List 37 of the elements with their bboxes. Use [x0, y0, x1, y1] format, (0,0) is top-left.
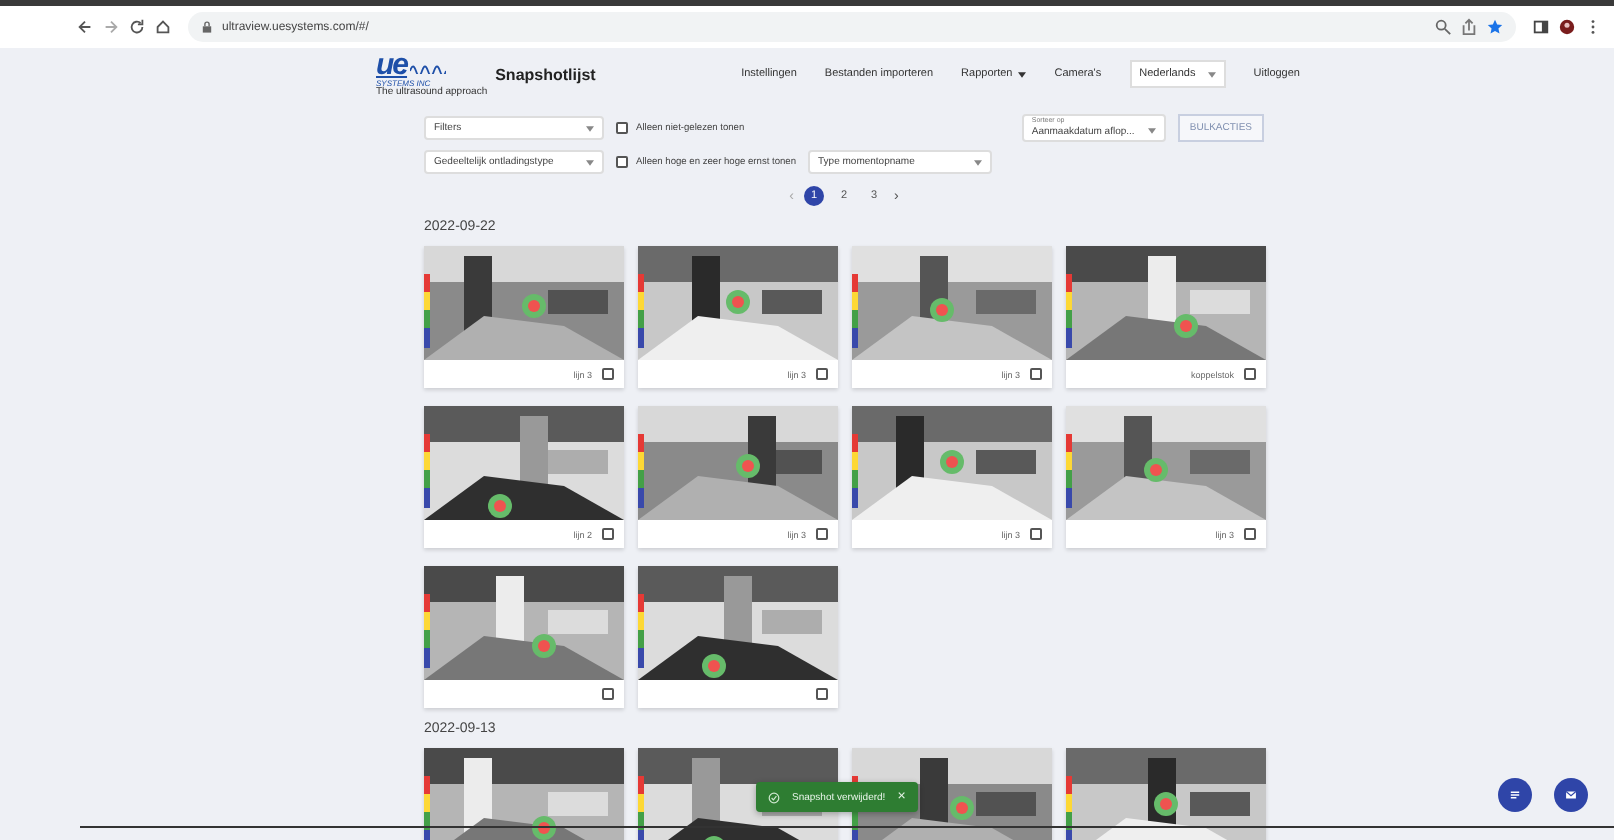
notes-button[interactable] [1498, 778, 1532, 812]
checkbox[interactable] [816, 368, 828, 380]
notes-icon [1508, 788, 1522, 802]
share-icon[interactable] [1460, 18, 1478, 36]
check-circle-icon [768, 791, 780, 803]
caret-icon [1207, 71, 1216, 77]
home-icon[interactable] [154, 18, 172, 36]
checkbox[interactable] [1030, 528, 1042, 540]
checkbox[interactable] [602, 528, 614, 540]
mail-button[interactable] [1554, 778, 1588, 812]
avatar-icon[interactable] [1558, 18, 1576, 36]
lock-icon [200, 20, 214, 34]
checkbox[interactable] [602, 688, 614, 700]
checkbox[interactable] [1030, 368, 1042, 380]
logo-mark: ue [376, 50, 408, 80]
caret-icon [1147, 128, 1156, 134]
checkbox[interactable] [616, 156, 628, 168]
caret-icon [586, 159, 594, 165]
star-icon[interactable] [1486, 18, 1504, 36]
sidebar-icon[interactable] [1532, 18, 1550, 36]
snapshot-card[interactable] [638, 566, 838, 708]
checkbox[interactable] [816, 688, 828, 700]
checkbox[interactable] [1244, 368, 1256, 380]
checkbox[interactable] [1244, 528, 1256, 540]
snapshot-card[interactable] [424, 566, 624, 708]
checkbox[interactable] [616, 122, 628, 134]
mail-icon [1564, 788, 1578, 802]
back-icon[interactable] [76, 18, 94, 36]
wave-icon [409, 62, 446, 74]
caret-icon [586, 125, 594, 131]
reload-icon[interactable] [128, 18, 146, 36]
page-title: Snapshotlijst [495, 65, 596, 83]
checkbox[interactable] [816, 528, 828, 540]
search-icon[interactable] [1434, 18, 1452, 36]
caret-icon [1018, 71, 1027, 77]
caret-icon [974, 159, 983, 165]
checkbox[interactable] [602, 368, 614, 380]
